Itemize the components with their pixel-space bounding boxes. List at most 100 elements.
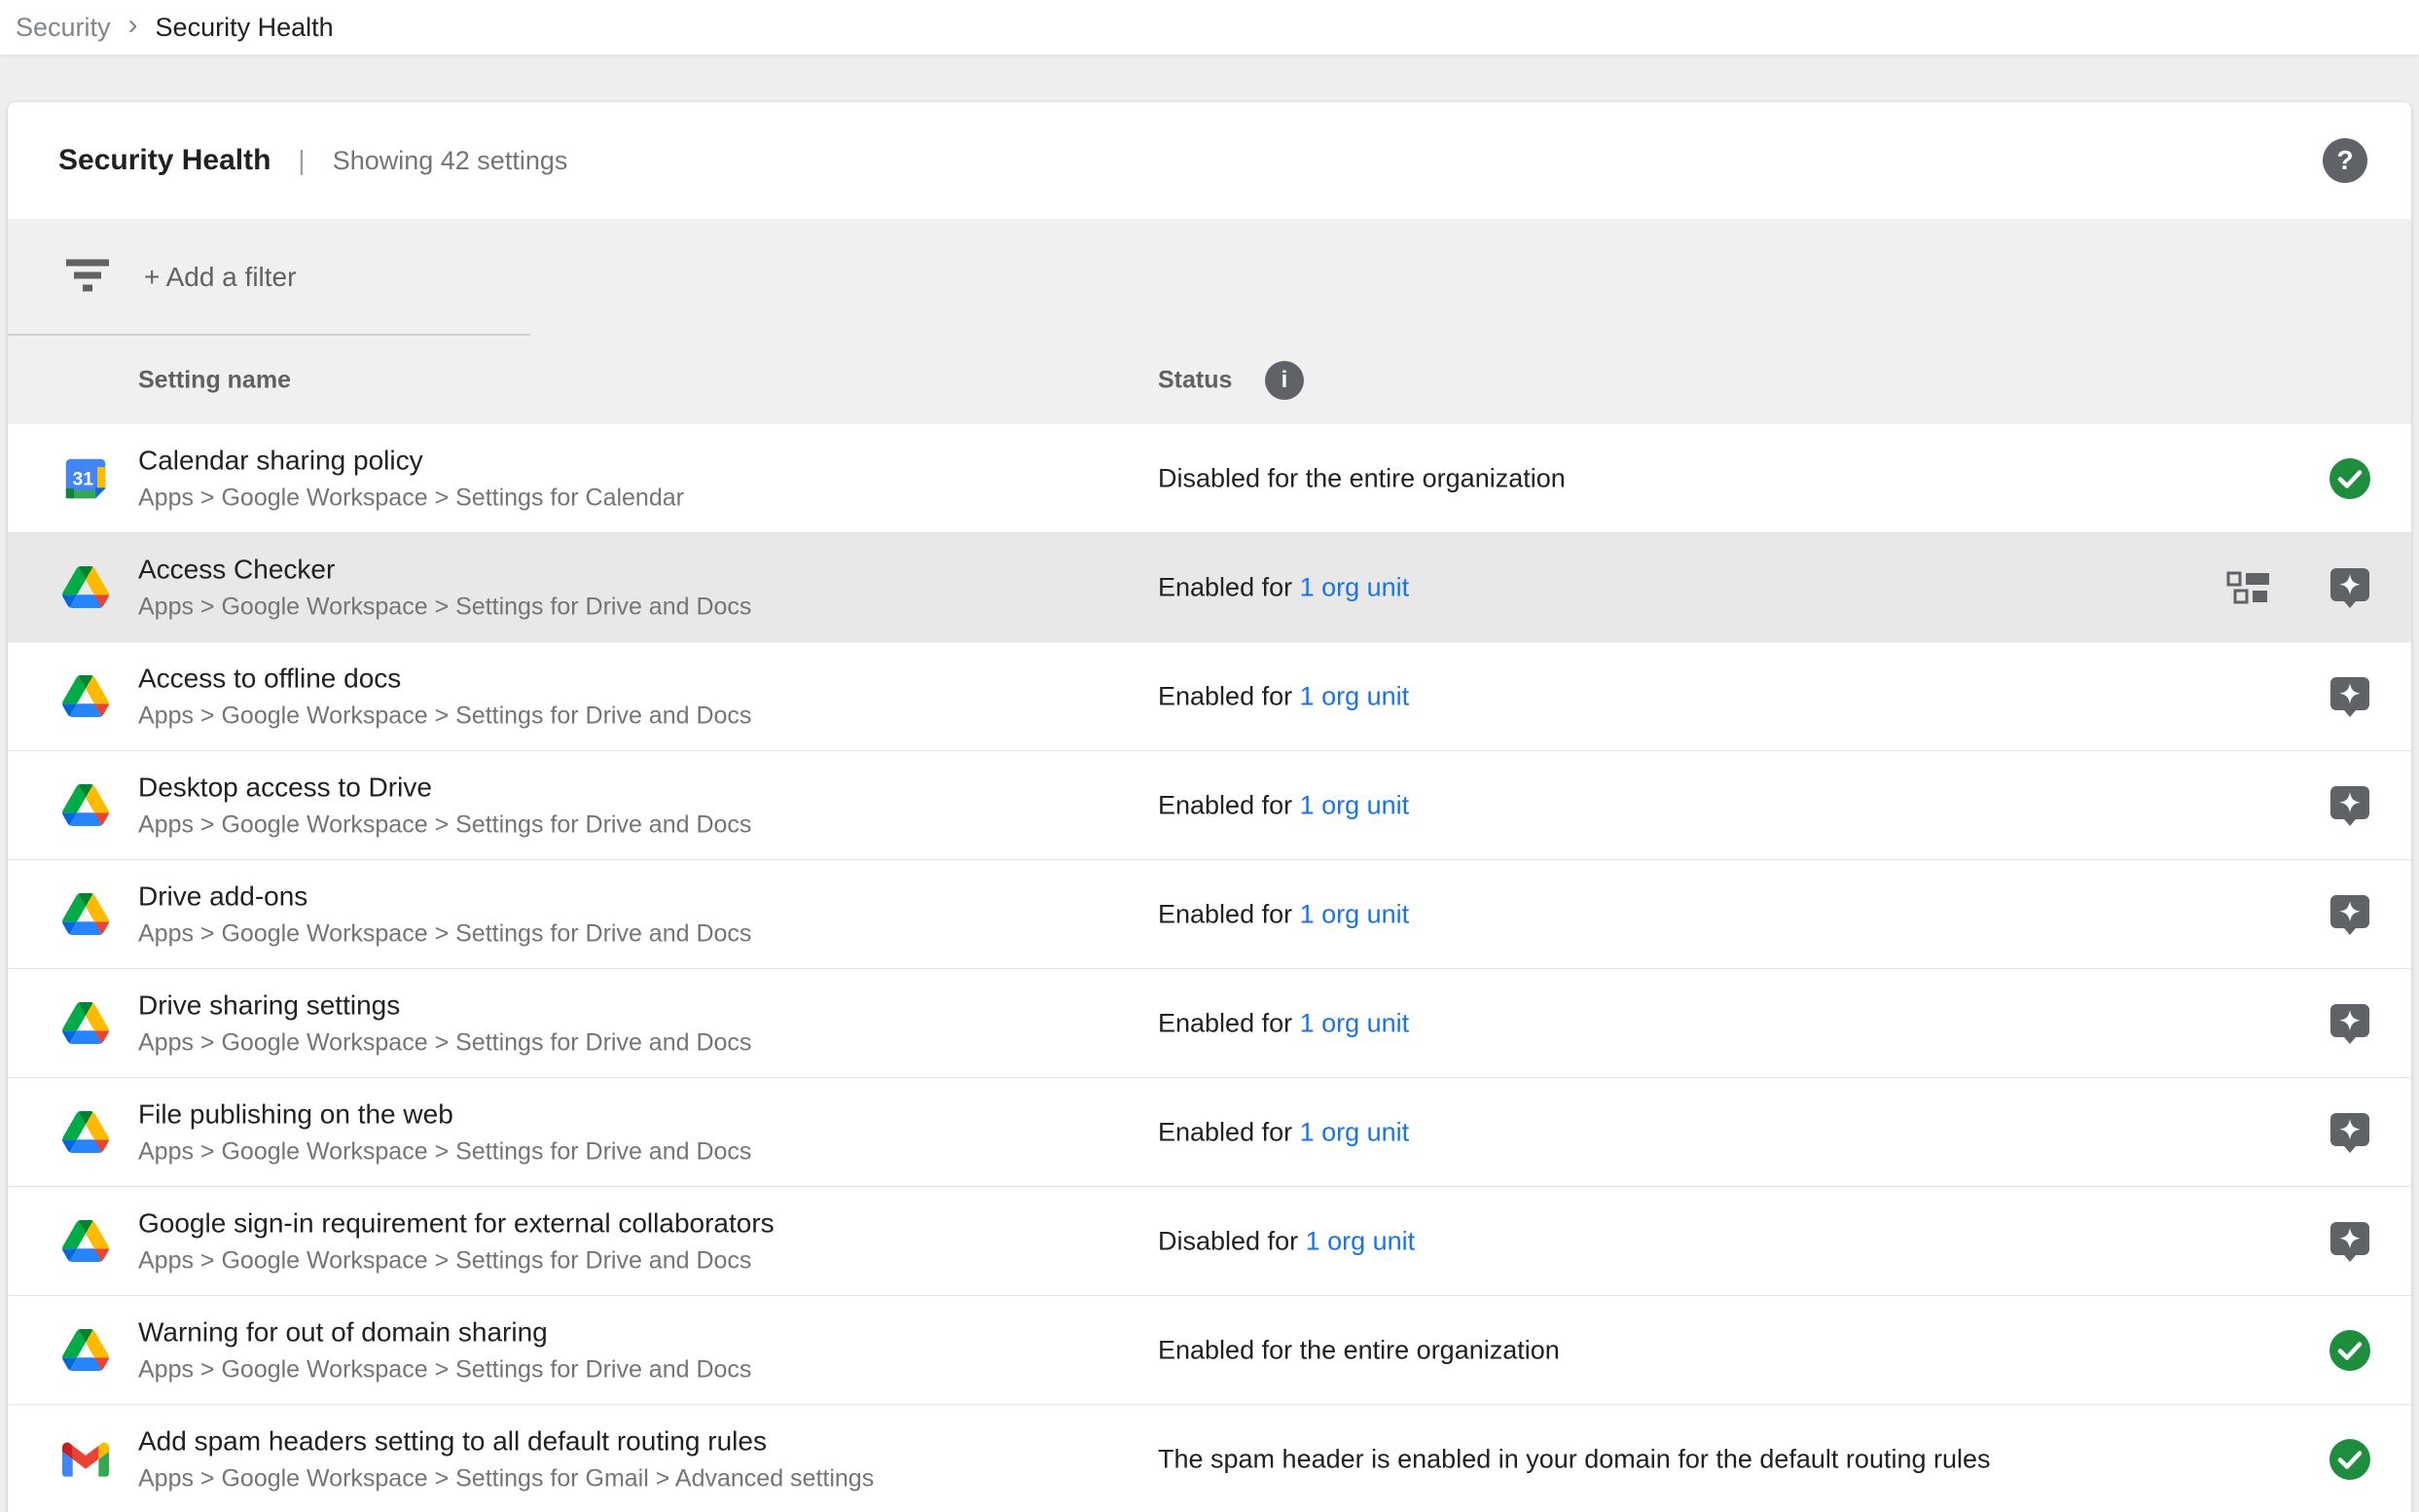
google-drive-icon <box>62 1218 109 1265</box>
setting-status: Enabled for 1 org unit <box>1158 899 1409 929</box>
recommendation-badge-icon[interactable] <box>2328 674 2372 719</box>
filter-icon[interactable] <box>66 258 109 298</box>
setting-title: File publishing on the web <box>138 1098 751 1130</box>
status-ok-check-icon <box>2328 456 2372 501</box>
google-drive-icon <box>62 891 109 938</box>
org-unit-link[interactable]: 1 org unit <box>1300 1008 1410 1037</box>
table-row-drive-sharing-settings[interactable]: Drive sharing settings Apps > Google Wor… <box>8 969 2411 1078</box>
table-row-add-spam-headers-setting-to-all-default-routing-rules[interactable]: Add spam headers setting to all default … <box>8 1405 2411 1512</box>
org-unit-link[interactable]: 1 org unit <box>1306 1226 1416 1255</box>
setting-title: Add spam headers setting to all default … <box>138 1425 874 1457</box>
table-header-row: Setting name Status i <box>8 336 2411 424</box>
setting-path: Apps > Google Workspace > Settings for D… <box>138 1028 751 1057</box>
status-info-icon[interactable]: i <box>1265 361 1304 400</box>
google-calendar-icon: 31 <box>62 455 109 502</box>
status-text: Enabled for the entire organization <box>1158 1335 1560 1364</box>
setting-path: Apps > Google Workspace > Settings for D… <box>138 702 751 730</box>
setting-path: Apps > Google Workspace > Settings for D… <box>138 1246 775 1275</box>
setting-text: Access Checker Apps > Google Workspace >… <box>138 554 751 621</box>
table-row-google-sign-in-requirement-for-external-collaborators[interactable]: Google sign-in requirement for external … <box>8 1187 2411 1296</box>
setting-status: The spam header is enabled in your domai… <box>1158 1444 1991 1474</box>
chevron-right-icon: › <box>128 11 138 44</box>
svg-text:31: 31 <box>72 469 93 489</box>
setting-text: File publishing on the web Apps > Google… <box>138 1098 751 1166</box>
google-drive-icon <box>62 1327 109 1374</box>
setting-path: Apps > Google Workspace > Settings for D… <box>138 593 751 621</box>
setting-text: Add spam headers setting to all default … <box>138 1425 874 1493</box>
table-row-file-publishing-on-the-web[interactable]: File publishing on the web Apps > Google… <box>8 1078 2411 1187</box>
setting-text: Desktop access to Drive Apps > Google Wo… <box>138 772 751 839</box>
setting-path: Apps > Google Workspace > Settings for D… <box>138 1355 751 1384</box>
recommendation-badge-icon[interactable] <box>2328 1110 2372 1155</box>
org-units-list-icon[interactable] <box>2226 568 2273 607</box>
status-text: Enabled for <box>1158 790 1300 819</box>
setting-path: Apps > Google Workspace > Settings for D… <box>138 810 751 839</box>
filter-bar: + Add a filter <box>8 219 2411 336</box>
setting-title: Access to offline docs <box>138 663 751 694</box>
status-ok-check-icon <box>2328 1328 2372 1373</box>
setting-text: Access to offline docs Apps > Google Wor… <box>138 663 751 730</box>
org-unit-link[interactable]: 1 org unit <box>1300 790 1410 819</box>
status-text: Disabled for the entire organization <box>1158 463 1566 492</box>
status-text: Enabled for <box>1158 1008 1300 1037</box>
setting-status: Enabled for 1 org unit <box>1158 681 1409 711</box>
status-text: Enabled for <box>1158 572 1300 601</box>
google-drive-icon <box>62 673 109 720</box>
setting-text: Google sign-in requirement for external … <box>138 1207 775 1275</box>
column-header-status: Status <box>1158 366 1232 394</box>
breadcrumb-security-link[interactable]: Security <box>16 13 111 43</box>
setting-title: Access Checker <box>138 554 751 585</box>
help-icon[interactable]: ? <box>2323 138 2367 183</box>
setting-status: Disabled for 1 org unit <box>1158 1226 1415 1256</box>
setting-title: Warning for out of domain sharing <box>138 1316 751 1348</box>
setting-title: Drive add-ons <box>138 881 751 912</box>
org-unit-link[interactable]: 1 org unit <box>1300 1117 1410 1146</box>
status-text: The spam header is enabled in your domai… <box>1158 1444 1991 1473</box>
status-ok-check-icon <box>2328 1437 2372 1482</box>
status-text: Enabled for <box>1158 899 1300 928</box>
status-text: Enabled for <box>1158 1117 1300 1146</box>
setting-status: Enabled for 1 org unit <box>1158 572 1409 602</box>
setting-text: Warning for out of domain sharing Apps >… <box>138 1316 751 1384</box>
table-row-desktop-access-to-drive[interactable]: Desktop access to Drive Apps > Google Wo… <box>8 751 2411 860</box>
setting-title: Google sign-in requirement for external … <box>138 1207 775 1239</box>
org-unit-link[interactable]: 1 org unit <box>1300 899 1410 928</box>
breadcrumb: Security › Security Health <box>0 0 2419 54</box>
setting-path: Apps > Google Workspace > Settings for G… <box>138 1464 874 1493</box>
recommendation-badge-icon[interactable] <box>2328 783 2372 828</box>
table-row-drive-add-ons[interactable]: Drive add-ons Apps > Google Workspace > … <box>8 860 2411 969</box>
setting-status: Enabled for 1 org unit <box>1158 1117 1409 1147</box>
recommendation-badge-icon[interactable] <box>2328 892 2372 937</box>
setting-title: Calendar sharing policy <box>138 445 684 476</box>
table-row-calendar-sharing-policy[interactable]: 31 Calendar sharing policy Apps > Google… <box>8 424 2411 533</box>
page-title: Security Health <box>58 144 271 177</box>
title-divider: | <box>298 145 305 176</box>
table-row-warning-for-out-of-domain-sharing[interactable]: Warning for out of domain sharing Apps >… <box>8 1296 2411 1405</box>
google-drive-icon <box>62 564 109 611</box>
setting-status: Disabled for the entire organization <box>1158 463 1566 493</box>
google-drive-icon <box>62 782 109 829</box>
setting-path: Apps > Google Workspace > Settings for D… <box>138 919 751 948</box>
recommendation-badge-icon[interactable] <box>2328 1001 2372 1046</box>
setting-path: Apps > Google Workspace > Settings for C… <box>138 484 684 512</box>
setting-status: Enabled for 1 org unit <box>1158 790 1409 820</box>
status-text: Disabled for <box>1158 1226 1306 1255</box>
google-drive-icon <box>62 1109 109 1156</box>
table-row-access-checker[interactable]: Access Checker Apps > Google Workspace >… <box>8 533 2411 642</box>
card-header: Security Health | Showing 42 settings ? <box>8 102 2411 219</box>
setting-text: Calendar sharing policy Apps > Google Wo… <box>138 445 684 512</box>
recommendation-badge-icon[interactable] <box>2328 1219 2372 1264</box>
setting-status: Enabled for the entire organization <box>1158 1335 1560 1365</box>
setting-title: Desktop access to Drive <box>138 772 751 803</box>
column-header-setting-name: Setting name <box>138 366 291 394</box>
org-unit-link[interactable]: 1 org unit <box>1300 681 1410 710</box>
setting-status: Enabled for 1 org unit <box>1158 1008 1409 1038</box>
org-unit-link[interactable]: 1 org unit <box>1300 572 1410 601</box>
setting-path: Apps > Google Workspace > Settings for D… <box>138 1137 751 1166</box>
gmail-icon <box>62 1436 109 1483</box>
filter-and-header-section: + Add a filter Setting name Status i <box>8 219 2411 424</box>
table-row-access-to-offline-docs[interactable]: Access to offline docs Apps > Google Wor… <box>8 642 2411 751</box>
recommendation-badge-icon[interactable] <box>2328 565 2372 610</box>
status-text: Enabled for <box>1158 681 1300 710</box>
add-filter-button[interactable]: + Add a filter <box>144 262 296 293</box>
